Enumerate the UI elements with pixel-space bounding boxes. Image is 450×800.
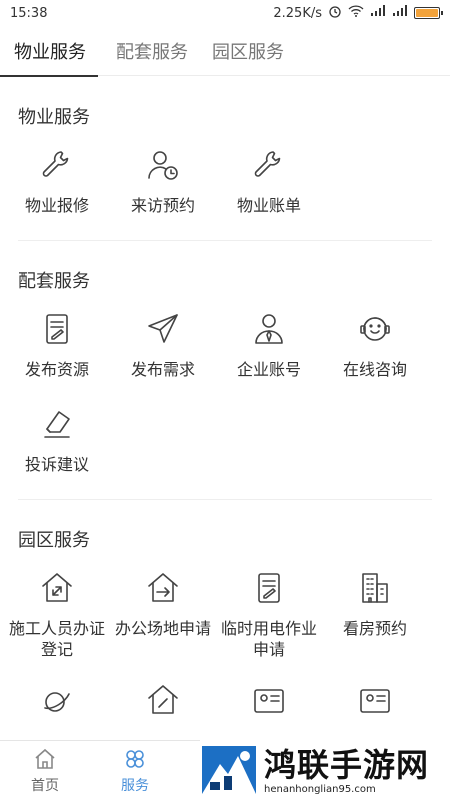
item-label: 来访预约 [130,196,195,215]
item-label: 物业报修 [24,196,89,215]
park-service-item[interactable] [216,674,322,720]
businessman-icon [249,309,289,349]
battery-icon [414,7,443,19]
document-edit-icon [37,309,77,349]
section-title: 园区服务 [18,530,90,551]
visitor-appointment-item[interactable]: 来访预约 [110,139,216,216]
item-label: 办公场地申请 [114,619,211,638]
item-label: 临时用电作业申请 [220,619,317,659]
house-expand-icon [143,680,183,720]
item-label: 看房预约 [342,619,407,638]
property-bill-item[interactable]: 物业账单 [216,139,322,216]
park-service-item[interactable] [110,674,216,720]
status-bar: 15:38 2.25K/s [0,0,450,26]
section-supporting-service: 配套服务 发布资源 发布需求 企业账号 在线咨询 投诉建议 [0,241,450,475]
home-icon [35,748,55,769]
wifi-icon [348,5,364,21]
id-card-icon [249,680,289,720]
service-tabs: 物业服务 配套服务 园区服务 [0,26,450,77]
watermark-url: henanhonglian95.com [264,783,376,795]
section-park-service: 园区服务 施工人员办证登记 办公场地申请 临时用电作业申请 看房预约 [0,500,450,720]
tab-park-service[interactable]: 园区服务 [200,26,296,76]
status-indicators: 2.25K/s [273,4,443,22]
clover-icon [126,749,144,768]
house-arrow-icon [143,568,183,608]
enterprise-account-item[interactable]: 企业账号 [216,303,322,380]
item-label: 企业账号 [236,360,301,379]
house-expand-icon [37,568,77,608]
nav-service[interactable]: 服务 [90,741,180,800]
signal-icon [370,5,386,21]
item-label: 在线咨询 [342,360,407,379]
wrench-icon [249,145,289,185]
section-property-service: 物业服务 物业报修 来访预约 物业账单 [0,77,450,216]
section-title: 物业服务 [18,107,90,128]
watermark-logo [202,746,256,794]
tab-supporting-service[interactable]: 配套服务 [104,26,200,76]
service-content[interactable]: 物业服务 物业报修 来访预约 物业账单 配套服务 发布资源 发布需求 企业账号 … [0,77,450,740]
nav-label: 服务 [121,777,149,794]
item-label: 发布需求 [130,360,195,379]
visitor-clock-icon [143,145,183,185]
status-time: 15:38 [10,5,48,21]
planet-icon [37,680,77,720]
item-label: 物业账单 [236,196,301,215]
house-viewing-item[interactable]: 看房预约 [322,562,428,660]
construction-permit-item[interactable]: 施工人员办证登记 [4,562,110,660]
item-label: 施工人员办证登记 [8,619,105,659]
park-service-item[interactable] [322,674,428,720]
id-card-icon [355,680,395,720]
item-label: 投诉建议 [24,455,89,474]
item-label: 发布资源 [24,360,89,379]
nav-home[interactable]: 首页 [0,741,90,800]
network-speed: 2.25K/s [273,5,322,21]
complaint-suggestion-item[interactable]: 投诉建议 [4,398,110,475]
watermark: 鸿联手游网 henanhonglian95.com [200,740,450,800]
document-edit-icon [249,568,289,608]
tab-property-service[interactable]: 物业服务 [0,26,98,77]
property-repair-item[interactable]: 物业报修 [4,139,110,216]
section-title: 配套服务 [18,271,90,292]
eraser-icon [37,404,77,444]
headset-icon [355,309,395,349]
partially-visible-row [4,674,432,720]
nav-label: 首页 [31,777,59,794]
office-space-item[interactable]: 办公场地申请 [110,562,216,660]
building-icon [355,568,395,608]
alarm-icon [328,4,342,22]
wrench-icon [37,145,77,185]
paper-plane-icon [143,309,183,349]
park-service-item[interactable] [4,674,110,720]
temporary-power-item[interactable]: 临时用电作业申请 [216,562,322,660]
publish-demand-item[interactable]: 发布需求 [110,303,216,380]
signal-icon [392,5,408,21]
watermark-title: 鸿联手游网 [264,745,430,784]
publish-resource-item[interactable]: 发布资源 [4,303,110,380]
online-consult-item[interactable]: 在线咨询 [322,303,428,380]
